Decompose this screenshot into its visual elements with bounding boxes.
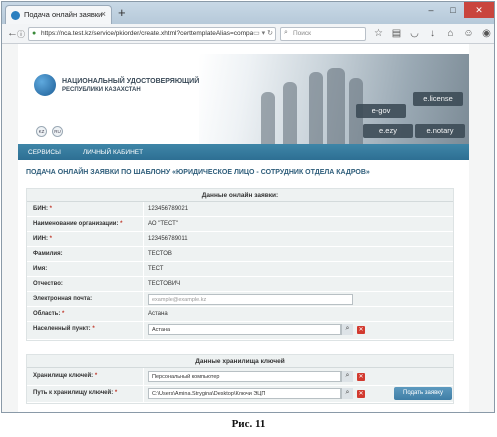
storage-clear-icon[interactable]: ✕	[357, 373, 365, 381]
surname-value: ТЕСТОВ	[148, 251, 172, 257]
menu-item-services[interactable]: СЕРВИСЫ	[28, 149, 61, 156]
page-title: ПОДАЧА ОНЛАЙН ЗАЯВКИ ПО ШАБЛОНУ «ЮРИДИЧЕ…	[26, 169, 370, 176]
application-header: Данные онлайн заявки:	[27, 189, 453, 202]
bookmark-star-icon[interactable]: ☆	[372, 27, 385, 40]
header-banner: e-gov e.license e.ezy e.notary	[199, 54, 469, 144]
storage-label: Хранилище ключей: *	[33, 373, 98, 379]
bin-label: БИН: *	[33, 206, 52, 212]
storage-search-icon[interactable]: ⌕	[341, 371, 353, 382]
navigation-bar: ← ⓘ ● https://nca.test.kz/service/pkiord…	[2, 24, 494, 44]
lang-ru-button[interactable]: RU	[52, 126, 63, 137]
application-section: Данные онлайн заявки: БИН: * 12345678902…	[26, 188, 454, 341]
form-row-path: Путь к хранилищу ключей: * C:\Users\Amin…	[27, 386, 453, 403]
identity-icon[interactable]: ⓘ	[17, 29, 25, 40]
favicon-icon	[11, 11, 20, 20]
iin-label: ИИН: *	[33, 236, 52, 242]
locality-clear-icon[interactable]: ✕	[357, 326, 365, 334]
home-icon[interactable]: ⌂	[444, 27, 457, 40]
close-window-button[interactable]: ✕	[464, 2, 494, 18]
form-row-bin: БИН: * 123456789021	[27, 202, 453, 217]
globe-logo-icon[interactable]	[34, 74, 56, 96]
site-container: НАЦИОНАЛЬНЫЙ УДОСТОВЕРЯЮЩИЙ ЦЕНТР РЕСПУБ…	[18, 44, 469, 412]
form-row-storage: Хранилище ключей: * Персональный компьют…	[27, 368, 453, 386]
locality-label: Населенный пункт: *	[33, 326, 95, 332]
surname-label: Фамилия:	[33, 251, 63, 257]
form-row-region: Область: * Астана	[27, 307, 453, 322]
lang-kz-button[interactable]: KZ	[36, 126, 47, 137]
page-viewport: НАЦИОНАЛЬНЫЙ УДОСТОВЕРЯЮЩИЙ ЦЕНТР РЕСПУБ…	[2, 44, 494, 412]
patronymic-value: ТЕСТОВИЧ	[148, 281, 181, 287]
storage-section: Данные хранилища ключей Хранилище ключей…	[26, 354, 454, 404]
chat-icon[interactable]: ☺	[462, 27, 475, 40]
email-field[interactable]: example@example.kz	[148, 294, 353, 305]
maximize-button[interactable]: □	[442, 2, 464, 18]
form-row-surname: Фамилия: ТЕСТОВ	[27, 247, 453, 262]
tab-strip: Подача онлайн заявки × + – □ ✕	[2, 2, 494, 24]
banner-elicense-button[interactable]: e.license	[413, 92, 463, 106]
banner-figure	[283, 82, 297, 144]
reading-list-icon[interactable]: ▤	[390, 27, 403, 40]
tab-title: Подача онлайн заявки	[24, 10, 103, 19]
banner-figure	[309, 72, 323, 144]
locality-search-icon[interactable]: ⌕	[341, 324, 353, 335]
search-bar[interactable]: ⌕ Поиск	[280, 27, 366, 41]
form-row-org: Наименование организации: * АО "ТЕСТ"	[27, 217, 453, 232]
path-label: Путь к хранилищу ключей: *	[33, 390, 118, 396]
search-icon: ⌕	[284, 29, 288, 36]
iin-value: 123456789011	[148, 236, 188, 242]
search-placeholder: Поиск	[293, 30, 312, 37]
site-header: НАЦИОНАЛЬНЫЙ УДОСТОВЕРЯЮЩИЙ ЦЕНТР РЕСПУБ…	[18, 44, 469, 144]
banner-eezy-button[interactable]: e.ezy	[363, 124, 413, 138]
storage-header: Данные хранилища ключей	[27, 355, 453, 368]
window-controls: – □ ✕	[420, 2, 494, 18]
banner-enotary-button[interactable]: e.notary	[415, 124, 465, 138]
path-clear-icon[interactable]: ✕	[357, 390, 365, 398]
form-row-patronymic: Отчество: ТЕСТОВИЧ	[27, 277, 453, 292]
extension-icon[interactable]: ◉	[480, 27, 493, 40]
menu-item-cabinet[interactable]: ЛИЧНЫЙ КАБИНЕТ	[83, 149, 143, 156]
url-text: https://nca.test.kz/service/pkiorder/cre…	[41, 30, 270, 37]
download-icon[interactable]: ↓	[426, 27, 439, 40]
banner-figure	[261, 92, 275, 144]
minimize-button[interactable]: –	[420, 2, 442, 18]
lock-icon: ●	[32, 30, 37, 37]
url-bar[interactable]: ● https://nca.test.kz/service/pkiorder/c…	[28, 27, 276, 41]
email-label: Электронная почта:	[33, 296, 93, 302]
form-row-locality: Населенный пункт: * Астана ⌕ ✕	[27, 322, 453, 340]
figure-caption: Рис. 11	[231, 418, 266, 430]
reload-icon[interactable]: ▭ ▾ ↻	[253, 29, 273, 37]
org-label: Наименование организации: *	[33, 221, 123, 227]
region-label: Область: *	[33, 311, 65, 317]
form-row-name: Имя: ТЕСТ	[27, 262, 453, 277]
pocket-icon[interactable]: ◡	[408, 27, 421, 40]
form-row-email: Электронная почта: example@example.kz	[27, 292, 453, 307]
browser-window: Подача онлайн заявки × + – □ ✕ ← ⓘ ● htt…	[1, 1, 495, 413]
form-row-iin: ИИН: * 123456789011	[27, 232, 453, 247]
region-value: Астана	[148, 311, 168, 317]
browser-tab[interactable]: Подача онлайн заявки ×	[5, 5, 112, 24]
banner-egov-button[interactable]: e-gov	[356, 104, 406, 118]
name-value: ТЕСТ	[148, 266, 164, 272]
toolbar-icons: ☆ ▤ ◡ ↓ ⌂ ☺ ◉ ≡	[372, 27, 494, 40]
storage-field[interactable]: Персональный компьютер	[148, 371, 341, 382]
org-value: АО "ТЕСТ"	[148, 221, 178, 227]
submit-application-button[interactable]: Подать заявку	[394, 387, 452, 400]
new-tab-button[interactable]: +	[118, 5, 126, 20]
path-browse-icon[interactable]: ⌕	[341, 388, 353, 399]
bin-value: 123456789021	[148, 206, 189, 212]
tab-close-button[interactable]: ×	[101, 9, 106, 19]
main-menu: СЕРВИСЫ ЛИЧНЫЙ КАБИНЕТ	[18, 144, 469, 160]
patronymic-label: Отчество:	[33, 281, 63, 287]
name-label: Имя:	[33, 266, 48, 272]
locality-field[interactable]: Астана	[148, 324, 341, 335]
banner-figure	[327, 68, 345, 144]
path-field[interactable]: C:\Users\Amina.Strygina\Desktop\Ключи ЭЦ…	[148, 388, 341, 399]
